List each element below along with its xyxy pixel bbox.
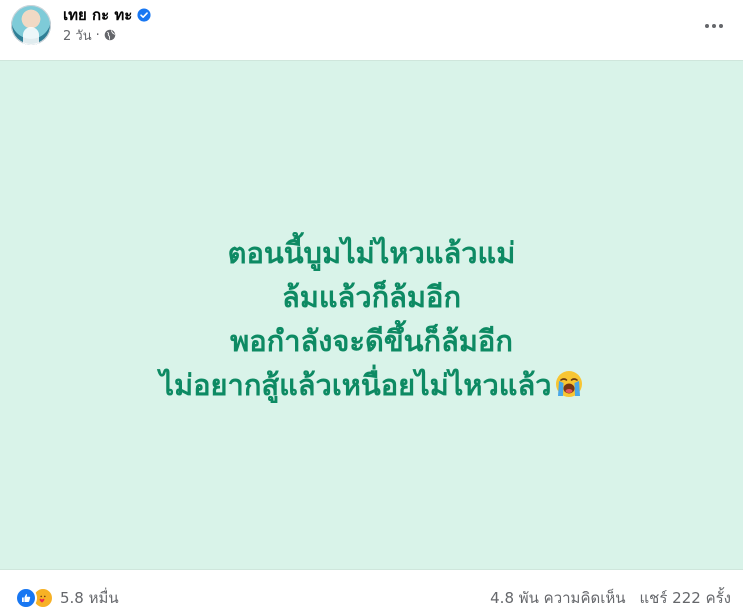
share-count[interactable]: แชร์ 222 ครั้ง (640, 586, 732, 610)
comment-count[interactable]: 4.8 พัน ความคิดเห็น (490, 586, 625, 610)
author-name[interactable]: เทย กะ ทะ (63, 3, 132, 27)
meta-separator: · (95, 27, 100, 43)
author-avatar[interactable] (11, 5, 51, 45)
reactions-summary[interactable]: 5.8 หมื่น (15, 586, 119, 610)
post-text: ตอนนี้บูมไม่ไหวแล้วแม่ ล้มแล้วก็ล้มอีก พ… (60, 231, 683, 407)
post-background: ตอนนี้บูมไม่ไหวแล้วแม่ ล้มแล้วก็ล้มอีก พ… (0, 60, 743, 570)
post-line-4-wrap: ไม่อยากสู้แล้วเหนื่อยไม่ไหวแล้ว (60, 363, 683, 407)
post-meta: 2 วัน · (63, 26, 116, 44)
post-timestamp[interactable]: 2 วัน (63, 25, 92, 46)
post-footer: 5.8 หมื่น 4.8 พัน ความคิดเห็น แชร์ 222 ค… (0, 580, 743, 610)
verified-badge-icon (137, 8, 151, 22)
engagement-counts: 4.8 พัน ความคิดเห็น แชร์ 222 ครั้ง (490, 588, 731, 608)
post-header: เทย กะ ทะ 2 วัน · (0, 0, 743, 60)
post-line-2: ล้มแล้วก็ล้มอีก (281, 280, 462, 314)
post-line-1: ตอนนี้บูมไม่ไหวแล้วแม่ (227, 236, 516, 270)
post-line-4: ไม่อยากสู้แล้วเหนื่อยไม่ไหวแล้ว (159, 368, 552, 402)
reaction-count[interactable]: 5.8 หมื่น (60, 586, 119, 610)
globe-icon[interactable] (104, 29, 116, 41)
like-icon (15, 587, 37, 609)
author-row: เทย กะ ทะ (63, 5, 151, 25)
post-line-3: พอกำลังจะดีขึ้นก็ล้มอีก (230, 324, 513, 358)
loudly-crying-face-icon (555, 371, 582, 397)
more-options-icon[interactable] (696, 8, 732, 44)
